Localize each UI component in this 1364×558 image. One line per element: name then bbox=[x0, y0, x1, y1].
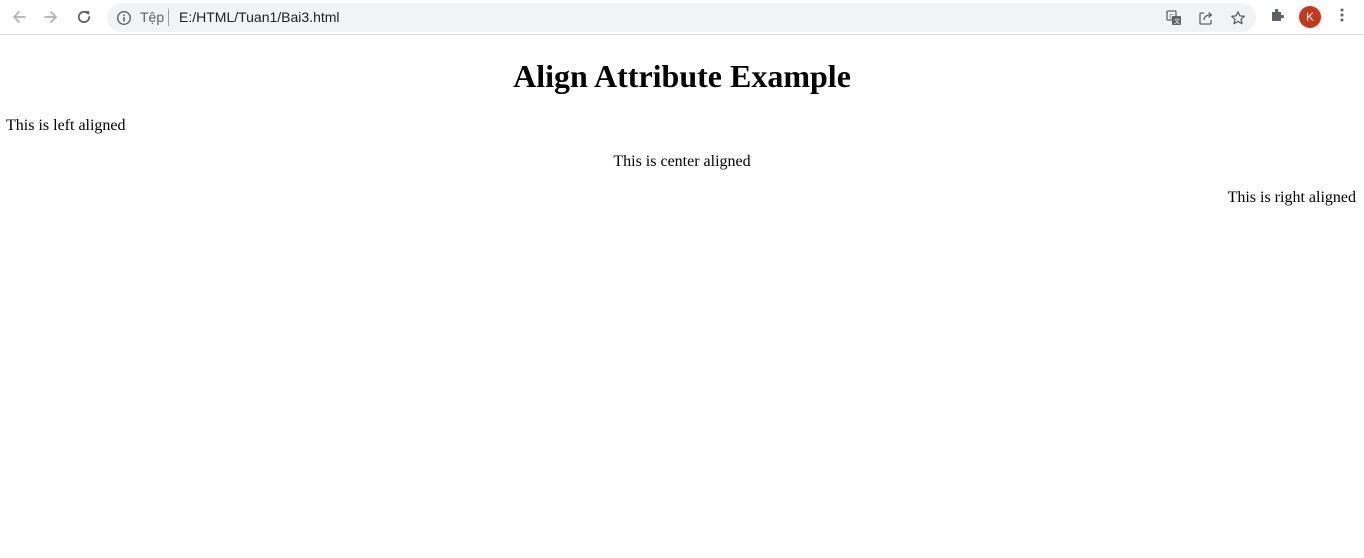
address-bar[interactable]: Tệp E:/HTML/Tuan1/Bai3.html G 文 bbox=[107, 3, 1256, 32]
page-title: Align Attribute Example bbox=[513, 58, 851, 94]
translate-icon[interactable]: G 文 bbox=[1164, 8, 1184, 28]
omnibox-divider bbox=[168, 9, 169, 26]
center-aligned-paragraph: This is center aligned bbox=[613, 153, 751, 170]
back-button[interactable] bbox=[6, 4, 32, 30]
browser-toolbar: Tệp E:/HTML/Tuan1/Bai3.html G 文 K bbox=[0, 0, 1364, 35]
extensions-button[interactable] bbox=[1266, 5, 1290, 29]
svg-text:文: 文 bbox=[1174, 18, 1180, 26]
star-icon[interactable] bbox=[1228, 8, 1248, 28]
arrow-left-icon bbox=[10, 8, 28, 26]
forward-button[interactable] bbox=[38, 4, 64, 30]
info-icon[interactable] bbox=[116, 10, 132, 26]
right-aligned-paragraph: This is right aligned bbox=[1227, 189, 1356, 206]
page-content: Align Attribute Example This is left ali… bbox=[0, 36, 1364, 558]
profile-avatar[interactable]: K bbox=[1299, 6, 1321, 28]
reload-button[interactable] bbox=[71, 4, 97, 30]
kebab-menu-icon bbox=[1334, 7, 1350, 28]
puzzle-icon bbox=[1270, 7, 1286, 28]
browser-menu-button[interactable] bbox=[1330, 5, 1354, 29]
arrow-right-icon bbox=[42, 8, 60, 26]
reload-icon bbox=[75, 8, 93, 26]
url-text[interactable]: E:/HTML/Tuan1/Bai3.html bbox=[179, 9, 340, 26]
share-icon[interactable] bbox=[1196, 8, 1216, 28]
left-aligned-paragraph: This is left aligned bbox=[6, 117, 126, 134]
scheme-label[interactable]: Tệp bbox=[140, 9, 164, 26]
